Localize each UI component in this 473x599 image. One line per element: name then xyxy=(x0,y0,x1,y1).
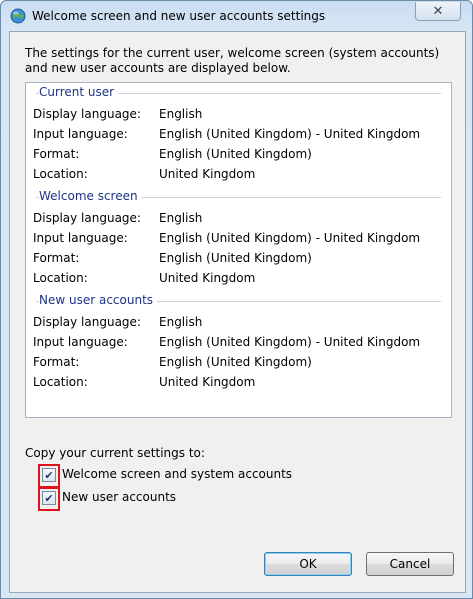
row-value: United Kingdom xyxy=(159,167,256,181)
close-icon: ✕ xyxy=(432,3,444,19)
section-heading: Welcome screen xyxy=(39,189,142,203)
new-user-accounts-checkbox[interactable]: ✔ xyxy=(42,491,56,505)
row-value: United Kingdom xyxy=(159,271,256,285)
new-user-accounts-checkbox-label[interactable]: New user accounts xyxy=(62,490,176,504)
row-value: English (United Kingdom) xyxy=(159,147,312,161)
row-label: Display language: xyxy=(33,211,141,225)
settings-panel: Current user Display language: English I… xyxy=(25,82,452,418)
section-heading: New user accounts xyxy=(39,293,158,307)
row-label: Location: xyxy=(33,375,88,389)
row-label: Format: xyxy=(33,147,80,161)
cancel-button[interactable]: Cancel xyxy=(366,552,454,576)
row-value: English xyxy=(159,211,203,225)
row-value: United Kingdom xyxy=(159,375,256,389)
welcome-screen-checkbox-label[interactable]: Welcome screen and system accounts xyxy=(62,467,292,481)
window-title: Welcome screen and new user accounts set… xyxy=(32,9,326,23)
row-label: Format: xyxy=(33,355,80,369)
row-label: Input language: xyxy=(33,231,128,245)
row-value: English (United Kingdom) - United Kingdo… xyxy=(159,231,421,245)
checkmark-icon: ✔ xyxy=(44,468,54,482)
close-button[interactable]: ✕ xyxy=(415,2,461,21)
welcome-screen-checkbox[interactable]: ✔ xyxy=(42,468,56,482)
ok-button[interactable]: OK xyxy=(264,552,352,576)
row-label: Display language: xyxy=(33,315,141,329)
row-label: Location: xyxy=(33,271,88,285)
section-heading: Current user xyxy=(39,85,119,99)
dialog-client-area: The settings for the current user, welco… xyxy=(9,31,466,593)
checkmark-icon: ✔ xyxy=(44,491,54,505)
row-value: English xyxy=(159,107,203,121)
row-label: Location: xyxy=(33,167,88,181)
row-value: English (United Kingdom) xyxy=(159,355,312,369)
row-label: Input language: xyxy=(33,127,128,141)
row-label: Display language: xyxy=(33,107,141,121)
title-bar[interactable]: Welcome screen and new user accounts set… xyxy=(1,1,472,32)
intro-text: The settings for the current user, welco… xyxy=(25,46,440,75)
row-value: English (United Kingdom) xyxy=(159,251,312,265)
copy-settings-label: Copy your current settings to: xyxy=(25,446,205,460)
row-value: English (United Kingdom) - United Kingdo… xyxy=(159,127,421,141)
dialog-window: Welcome screen and new user accounts set… xyxy=(0,0,473,599)
globe-icon xyxy=(10,8,26,24)
row-value: English (United Kingdom) - United Kingdo… xyxy=(159,335,421,349)
row-value: English xyxy=(159,315,203,329)
row-label: Input language: xyxy=(33,335,128,349)
row-label: Format: xyxy=(33,251,80,265)
